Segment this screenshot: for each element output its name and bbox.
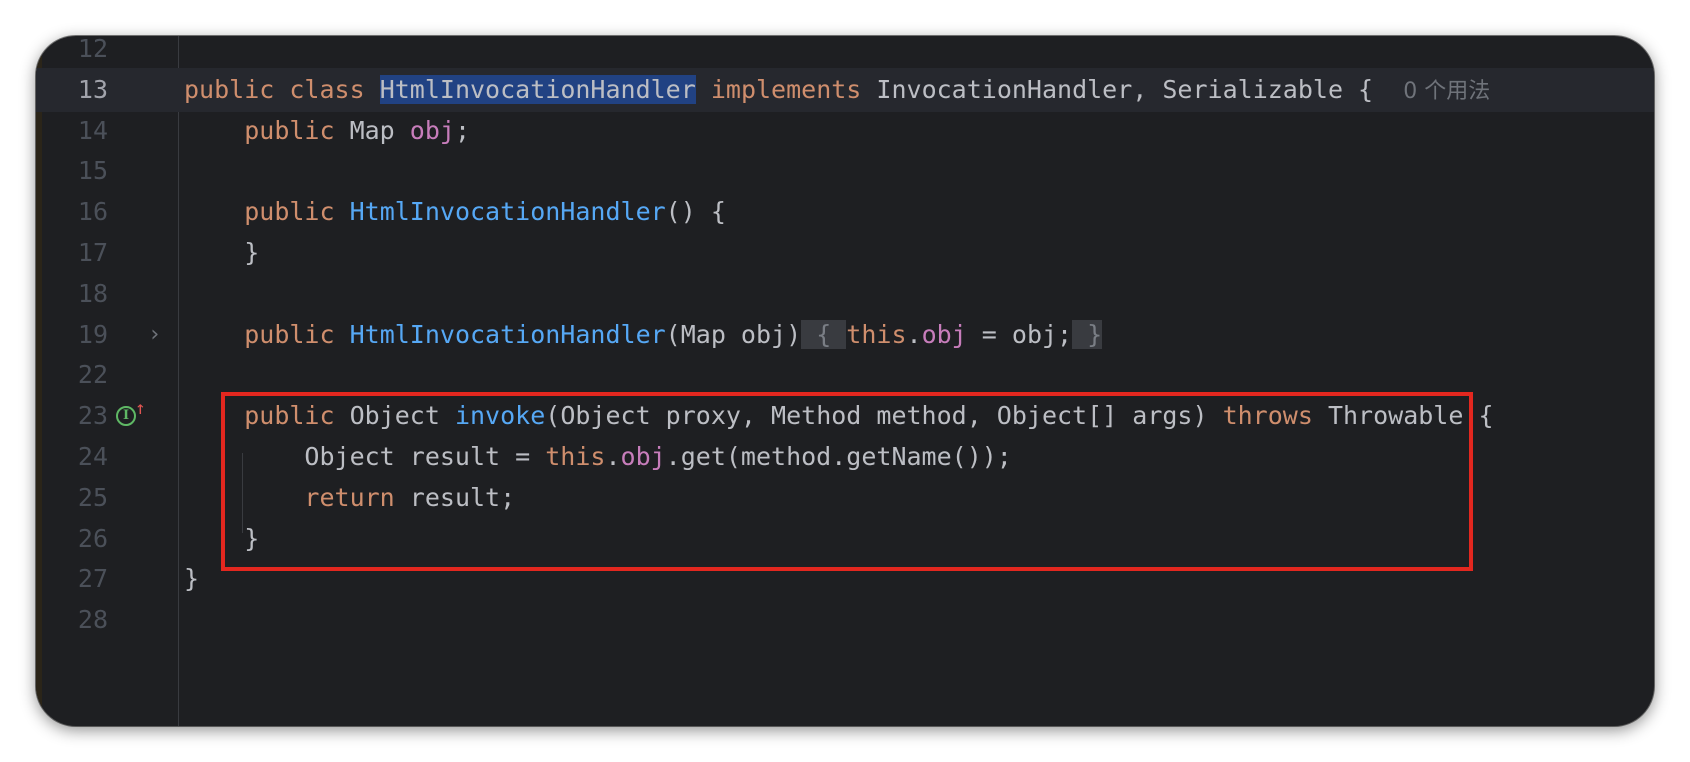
code-token: obj bbox=[620, 442, 666, 471]
code-token: ; bbox=[454, 115, 471, 145]
code-text[interactable]: return result; bbox=[184, 476, 515, 520]
line-number[interactable]: 18 bbox=[42, 272, 108, 316]
code-token: public bbox=[244, 401, 335, 431]
line-number[interactable]: 22 bbox=[42, 353, 108, 397]
code-token: { bbox=[801, 319, 847, 349]
code-text[interactable]: } bbox=[184, 231, 259, 275]
code-token: this bbox=[846, 319, 907, 349]
code-token: implements bbox=[710, 74, 862, 104]
code-token: this bbox=[545, 442, 606, 471]
code-token: InvocationHandler, Serializable { bbox=[861, 74, 1404, 104]
code-token: public bbox=[184, 74, 275, 104]
usage-hint[interactable]: 0 个用法 bbox=[1403, 79, 1490, 104]
code-line-14[interactable]: 14 public Map obj; bbox=[36, 109, 1654, 153]
code-token: Object result = bbox=[184, 442, 546, 471]
code-text[interactable]: } bbox=[184, 557, 199, 601]
code-token: public bbox=[244, 115, 335, 145]
line-number[interactable]: 14 bbox=[42, 109, 108, 153]
code-line-22[interactable]: 22 bbox=[36, 353, 1654, 397]
code-text[interactable]: public Object invoke(Object proxy, Metho… bbox=[184, 394, 1494, 438]
indent-guide bbox=[242, 453, 243, 533]
code-line-18[interactable]: 18 bbox=[36, 272, 1654, 316]
code-token: Map bbox=[334, 115, 410, 145]
code-text[interactable]: public Map obj; bbox=[184, 109, 470, 153]
code-token: result; bbox=[394, 482, 516, 512]
code-token: class bbox=[289, 74, 365, 104]
code-line-19[interactable]: 19 › public HtmlInvocationHandler(Map obj… bbox=[36, 313, 1654, 357]
code-line-15[interactable]: 15 bbox=[36, 149, 1654, 193]
code-line-24[interactable]: 24 Object result = this.obj.get(method.g… bbox=[36, 435, 1654, 479]
code-token: invoke bbox=[454, 401, 546, 431]
code-line-25[interactable]: 25 return result; bbox=[36, 476, 1654, 520]
code-line-12[interactable]: 12 bbox=[36, 36, 1654, 71]
code-token: (Map obj) bbox=[665, 319, 802, 349]
code-line-27[interactable]: 27} bbox=[36, 557, 1654, 601]
code-text[interactable]: public HtmlInvocationHandler() { bbox=[184, 190, 726, 234]
line-number[interactable]: 15 bbox=[42, 149, 108, 193]
code-token: .get(method.getName()); bbox=[665, 442, 1012, 471]
code-editor-window: 12 13 public class HtmlInvocationHandler i… bbox=[36, 36, 1654, 726]
line-number[interactable]: 13 bbox=[42, 68, 108, 112]
code-token: } bbox=[184, 238, 260, 267]
go-to-interface-arrow-icon[interactable]: ↑ bbox=[135, 394, 146, 424]
code-token: return bbox=[304, 482, 395, 512]
line-number[interactable]: 17 bbox=[42, 231, 108, 275]
code-text[interactable]: } bbox=[184, 517, 259, 561]
code-token: HtmlInvocationHandler bbox=[349, 319, 666, 349]
code-text[interactable]: public class HtmlInvocationHandler imple… bbox=[184, 68, 1490, 114]
line-number[interactable]: 24 bbox=[42, 435, 108, 479]
line-number[interactable]: 27 bbox=[42, 557, 108, 601]
code-token: HtmlInvocationHandler bbox=[349, 197, 666, 227]
line-number[interactable]: 28 bbox=[42, 598, 108, 642]
code-line-16[interactable]: 16 public HtmlInvocationHandler() { bbox=[36, 190, 1654, 234]
code-line-26[interactable]: 26 } bbox=[36, 517, 1654, 561]
code-token: } bbox=[184, 523, 260, 553]
code-line-17[interactable]: 17 } bbox=[36, 231, 1654, 275]
code-token: Object bbox=[334, 401, 455, 431]
line-number[interactable]: 23 bbox=[42, 394, 108, 438]
line-number[interactable]: 25 bbox=[42, 476, 108, 520]
code-token: . bbox=[906, 319, 922, 349]
line-number[interactable]: 12 bbox=[42, 36, 108, 71]
code-line-28[interactable]: 28 bbox=[36, 598, 1654, 642]
code-token: } bbox=[1072, 319, 1103, 349]
code-token: obj bbox=[921, 319, 967, 349]
implementing-method-icon[interactable]: I bbox=[116, 406, 136, 427]
code-token: = obj; bbox=[966, 319, 1073, 349]
line-number[interactable]: 16 bbox=[42, 190, 108, 234]
code-text[interactable]: Object result = this.obj.get(method.getN… bbox=[184, 435, 1012, 479]
code-token: (Object proxy, Method method, Object[] a… bbox=[545, 401, 1223, 431]
line-number[interactable]: 19 bbox=[42, 313, 108, 357]
code-token: () { bbox=[665, 197, 726, 227]
code-token: . bbox=[605, 442, 621, 471]
code-token: public bbox=[244, 197, 335, 227]
line-number[interactable]: 26 bbox=[42, 517, 108, 561]
code-token: public bbox=[244, 319, 335, 349]
code-token: obj bbox=[409, 115, 455, 145]
code-line-13[interactable]: 13 public class HtmlInvocationHandler imp… bbox=[36, 67, 1654, 114]
code-token: Throwable { bbox=[1312, 401, 1494, 431]
code-token: throws bbox=[1222, 401, 1313, 431]
code-text[interactable]: public HtmlInvocationHandler(Map obj) { … bbox=[184, 313, 1103, 357]
code-line-23[interactable]: 23 I ↑ public Object invoke(Object proxy, … bbox=[36, 394, 1654, 438]
code-token: } bbox=[184, 564, 200, 594]
code-token: HtmlInvocationHandler bbox=[379, 74, 696, 104]
fold-chevron-icon[interactable]: › bbox=[148, 313, 161, 357]
